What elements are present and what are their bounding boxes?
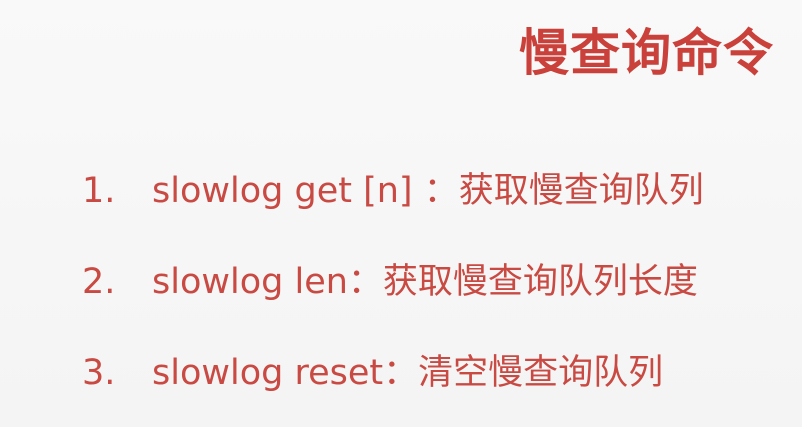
list-item-text: slowlog len：获取慢查询队列长度 bbox=[152, 262, 698, 302]
list-item: 2. slowlog len：获取慢查询队列长度 bbox=[82, 260, 704, 305]
list-item-number: 2. bbox=[82, 262, 116, 302]
list-item-number: 3. bbox=[82, 353, 116, 393]
list-item: 3. slowlog reset：清空慢查询队列 bbox=[82, 351, 704, 396]
slowlog-command-list: 1. slowlog get [n] ：获取慢查询队列 2. slowlog l… bbox=[82, 169, 704, 396]
slide-title: 慢查询命令 bbox=[519, 24, 774, 82]
list-item-text: slowlog get [n] ：获取慢查询队列 bbox=[152, 171, 704, 211]
list-item-text: slowlog reset：清空慢查询队列 bbox=[152, 353, 664, 393]
slide-canvas: 慢查询命令 1. slowlog get [n] ：获取慢查询队列 2. slo… bbox=[0, 0, 802, 427]
list-item: 1. slowlog get [n] ：获取慢查询队列 bbox=[82, 169, 704, 214]
list-item-number: 1. bbox=[82, 171, 116, 211]
